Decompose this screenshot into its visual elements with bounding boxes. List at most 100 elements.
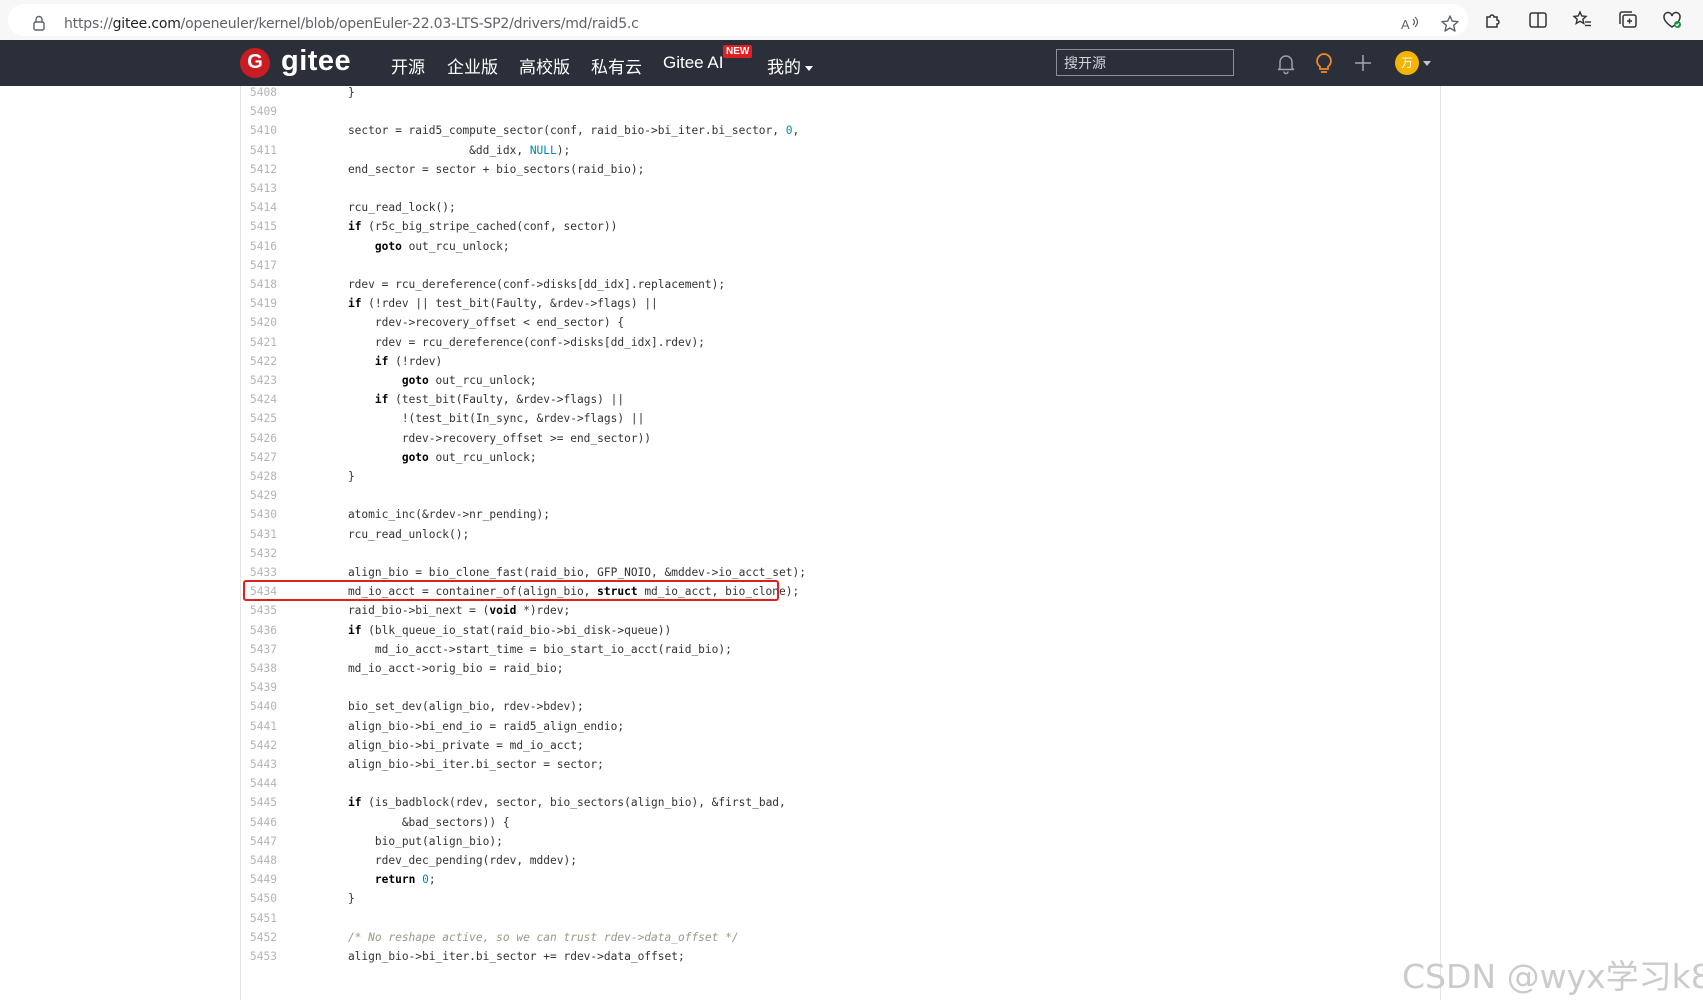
line-number[interactable]: 5452 — [250, 928, 280, 948]
line-number[interactable]: 5448 — [250, 851, 280, 871]
collections-icon[interactable] — [1617, 9, 1639, 31]
line-number[interactable]: 5424 — [250, 390, 280, 410]
code-line: 5418 rdev = rcu_dereference(conf->disks[… — [241, 275, 1440, 295]
code-line: 5447 bio_put(align_bio); — [241, 832, 1440, 852]
line-number[interactable]: 5413 — [250, 179, 280, 199]
line-number[interactable]: 5441 — [250, 717, 280, 737]
code-text: md_io_acct->orig_bio = raid_bio; — [321, 662, 564, 675]
line-number[interactable]: 5430 — [250, 505, 280, 525]
lock-icon[interactable] — [32, 15, 46, 31]
code-text: if (is_badblock(rdev, sector, bio_sector… — [347, 796, 786, 810]
line-number[interactable]: 5427 — [250, 448, 280, 468]
code-text: rcu_read_unlock(); — [321, 527, 470, 541]
line-number[interactable]: 5442 — [250, 736, 280, 756]
line-number[interactable]: 5429 — [250, 486, 280, 506]
code-line: 5442 align_bio->bi_private = md_io_acct; — [241, 736, 1440, 756]
code-line: 5426 rdev->recovery_offset >= end_sector… — [241, 429, 1440, 449]
code-text: rdev_dec_pending(rdev, mddev); — [321, 854, 577, 867]
line-number[interactable]: 5437 — [250, 640, 280, 660]
line-number[interactable]: 5428 — [250, 467, 280, 487]
line-number[interactable]: 5416 — [250, 237, 280, 257]
code-text: rdev = rcu_dereference(conf->disks[dd_id… — [321, 335, 705, 349]
line-number[interactable]: 5436 — [250, 621, 280, 641]
line-number[interactable]: 5444 — [250, 774, 280, 794]
extensions-icon[interactable] — [1482, 9, 1504, 31]
code-text: return 0; — [374, 873, 436, 887]
url-text[interactable]: https://gitee.com/openeuler/kernel/blob/… — [64, 16, 639, 32]
code-text: bio_put(align_bio); — [321, 834, 503, 848]
line-number[interactable]: 5420 — [250, 313, 280, 333]
gitee-logo-text[interactable]: gitee — [281, 45, 351, 78]
line-number[interactable]: 5446 — [250, 813, 280, 833]
favorite-star-icon[interactable] — [1439, 13, 1461, 35]
code-line: 5452 /* No reshape active, so we can tru… — [241, 928, 1440, 948]
avatar-chevron-down-icon[interactable] — [1423, 61, 1431, 66]
browser-toolbar: https://gitee.com/openeuler/kernel/blob/… — [0, 0, 1703, 41]
line-number[interactable]: 5426 — [250, 429, 280, 449]
nav-private-cloud[interactable]: 私有云 — [591, 53, 642, 78]
line-number[interactable]: 5453 — [250, 947, 280, 967]
split-screen-icon[interactable] — [1527, 9, 1549, 31]
code-line: 5450 } — [241, 889, 1440, 909]
code-line: 5428 } — [241, 467, 1440, 487]
code-text: if (test_bit(Faulty, &rdev->flags) || — [374, 393, 625, 407]
code-text: align_bio->bi_iter.bi_sector = sector; — [321, 758, 604, 771]
nav-enterprise[interactable]: 企业版 — [447, 53, 498, 78]
address-bar[interactable]: https://gitee.com/openeuler/kernel/blob/… — [8, 4, 1468, 36]
code-text: if (blk_queue_io_stat(raid_bio->bi_disk-… — [347, 623, 672, 637]
code-line: 5441 align_bio->bi_end_io = raid5_align_… — [241, 717, 1440, 737]
nav-gitee-ai[interactable]: Gitee AI — [663, 53, 723, 73]
line-number[interactable]: 5418 — [250, 275, 280, 295]
code-text: goto out_rcu_unlock; — [401, 374, 537, 387]
line-number[interactable]: 5421 — [250, 333, 280, 353]
gitee-logo-icon[interactable]: G — [240, 48, 270, 78]
nav-mine-dropdown[interactable]: 我的 — [767, 53, 813, 78]
browser-essentials-icon[interactable] — [1661, 9, 1683, 31]
favorites-icon[interactable] — [1571, 9, 1593, 31]
line-number[interactable]: 5419 — [250, 294, 280, 314]
code-line: 5424 if (test_bit(Faulty, &rdev->flags) … — [241, 390, 1440, 410]
code-text: raid_bio->bi_next = (void *)rdev; — [321, 604, 571, 618]
avatar[interactable]: 万 — [1395, 51, 1419, 75]
line-number[interactable]: 5409 — [250, 102, 280, 122]
line-number[interactable]: 5412 — [250, 160, 280, 180]
line-number[interactable]: 5445 — [250, 793, 280, 813]
line-number[interactable]: 5408 — [250, 86, 280, 103]
line-number[interactable]: 5410 — [250, 121, 280, 141]
read-aloud-icon[interactable]: A — [1398, 13, 1420, 35]
lightbulb-icon[interactable] — [1312, 51, 1336, 75]
code-line: 5420 rdev->recovery_offset < end_sector)… — [241, 313, 1440, 333]
line-number[interactable]: 5414 — [250, 198, 280, 218]
line-number[interactable]: 5417 — [250, 256, 280, 276]
code-line: 5411 &dd_idx, NULL); — [241, 141, 1440, 161]
line-number[interactable]: 5439 — [250, 678, 280, 698]
line-number[interactable]: 5438 — [250, 659, 280, 679]
line-number[interactable]: 5435 — [250, 601, 280, 621]
line-number[interactable]: 5443 — [250, 755, 280, 775]
line-number[interactable]: 5422 — [250, 352, 280, 372]
line-number[interactable]: 5440 — [250, 697, 280, 717]
plus-icon[interactable] — [1351, 51, 1375, 75]
bell-icon[interactable] — [1274, 51, 1298, 75]
code-line: 5435 raid_bio->bi_next = (void *)rdev; — [241, 601, 1440, 621]
nav-education[interactable]: 高校版 — [519, 53, 570, 78]
line-number[interactable]: 5449 — [250, 870, 280, 890]
code-line: 5449 return 0; — [241, 870, 1440, 890]
nav-open-source[interactable]: 开源 — [391, 53, 425, 78]
line-number[interactable]: 5423 — [250, 371, 280, 391]
code-line: 5438 md_io_acct->orig_bio = raid_bio; — [241, 659, 1440, 679]
code-line: 5425 !(test_bit(In_sync, &rdev->flags) |… — [241, 409, 1440, 429]
code-line: 5429 — [241, 486, 1440, 506]
line-number[interactable]: 5450 — [250, 889, 280, 909]
code-line: 5410 sector = raid5_compute_sector(conf,… — [241, 121, 1440, 141]
line-number[interactable]: 5451 — [250, 909, 280, 929]
code-text: } — [321, 892, 355, 906]
line-number[interactable]: 5415 — [250, 217, 280, 237]
line-number[interactable]: 5431 — [250, 525, 280, 545]
line-number[interactable]: 5447 — [250, 832, 280, 852]
line-number[interactable]: 5432 — [250, 544, 280, 564]
code-line: 5422 if (!rdev) — [241, 352, 1440, 372]
search-input[interactable] — [1056, 49, 1234, 76]
line-number[interactable]: 5411 — [250, 141, 280, 161]
line-number[interactable]: 5425 — [250, 409, 280, 429]
